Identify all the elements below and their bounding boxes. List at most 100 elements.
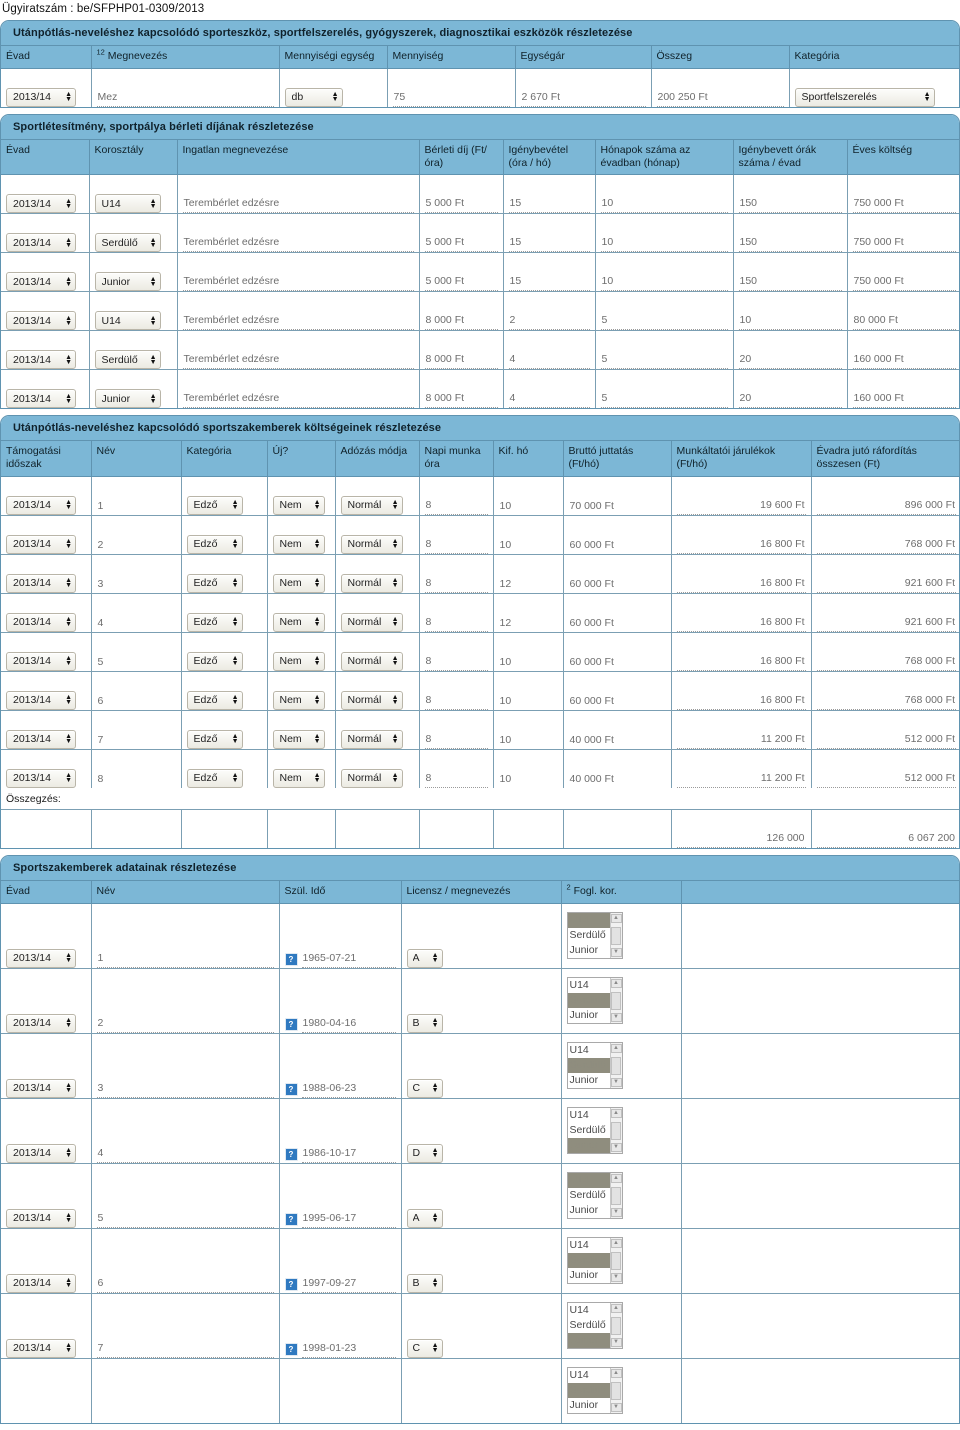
- staff-cost-brutto-input-7[interactable]: 40 000 Ft: [569, 772, 666, 788]
- staff-cost-adozas-select-3[interactable]: Normál ▲ ▼: [340, 612, 403, 632]
- birthdate-field-0[interactable]: ? 1965-07-21: [284, 951, 396, 968]
- staff-cost-evadra-input-3[interactable]: 921 600 Ft: [816, 615, 956, 632]
- rental-eves-koltseg-input-1[interactable]: 750 000 Ft: [852, 235, 956, 253]
- rental-berleti-dij-input-4[interactable]: 8 000 Ft: [424, 352, 498, 370]
- age-option-0-0[interactable]: U14: [567, 913, 610, 929]
- age-option-2-1[interactable]: Serdülő: [567, 1058, 610, 1074]
- rental-honapok-input-4[interactable]: 5: [600, 352, 728, 370]
- listbox-scrollbar[interactable]: ▲ ▼: [609, 1368, 622, 1414]
- rental-igenybevetel-input-3[interactable]: 2: [508, 313, 590, 331]
- staff-cost-kif-ho-input-1[interactable]: 10: [499, 538, 558, 554]
- rental-evad-select-5[interactable]: 2013/14 ▲ ▼: [6, 389, 76, 409]
- rental-ingatlan-input-1[interactable]: Terembérlet edzésre: [182, 235, 414, 253]
- staff-data-licensz-select-3[interactable]: D ▲ ▼: [406, 1143, 443, 1163]
- age-option-1-2[interactable]: Junior: [568, 1008, 610, 1023]
- staff-cost-kif-ho-input-6[interactable]: 10: [499, 733, 558, 749]
- staff-cost-adozas-select-5[interactable]: Normál ▲ ▼: [340, 690, 403, 710]
- foglalkoztatott-korosztaly-listbox-3[interactable]: U14 Serdülő Junior ▲ ▼: [566, 1107, 623, 1155]
- staff-data-szul-ido-input-3[interactable]: 1986-10-17: [301, 1146, 396, 1163]
- staff-cost-kategoria-select-4[interactable]: Edző ▲ ▼: [186, 651, 243, 671]
- staff-cost-evadra-input-5[interactable]: 768 000 Ft: [816, 693, 956, 710]
- staff-cost-napi-ora-input-3[interactable]: 8: [424, 615, 488, 632]
- staff-cost-idoszak-select-4[interactable]: 2013/14 ▲ ▼: [6, 651, 76, 671]
- listbox-scrollbar[interactable]: ▲ ▼: [609, 1238, 622, 1284]
- staff-cost-uj-select-0[interactable]: Nem ▲ ▼: [272, 495, 325, 515]
- rental-orak-input-2[interactable]: 150: [738, 274, 842, 292]
- rental-igenybevetel-input-4[interactable]: 4: [508, 352, 590, 370]
- rental-eves-koltseg-input-5[interactable]: 160 000 Ft: [852, 391, 956, 409]
- rental-berleti-dij-input-0[interactable]: 5 000 Ft: [424, 196, 498, 214]
- birthdate-field-1[interactable]: ? 1980-04-16: [284, 1016, 396, 1033]
- scrollbar-thumb[interactable]: [611, 1056, 621, 1075]
- rental-korosztaly-select-1[interactable]: Serdülő ▲ ▼: [94, 233, 161, 253]
- staff-cost-brutto-input-2[interactable]: 60 000 Ft: [569, 577, 666, 593]
- rental-honapok-input-3[interactable]: 5: [600, 313, 728, 331]
- listbox-scrollbar[interactable]: ▲ ▼: [609, 913, 622, 959]
- staff-cost-evadra-input-0[interactable]: 896 000 Ft: [816, 498, 956, 515]
- rental-orak-input-1[interactable]: 150: [738, 235, 842, 253]
- staff-cost-kategoria-select-7[interactable]: Edző ▲ ▼: [186, 768, 243, 788]
- staff-cost-kif-ho-input-0[interactable]: 10: [499, 499, 558, 515]
- foglalkoztatott-korosztaly-listbox-2[interactable]: U14 Serdülő Junior ▲ ▼: [566, 1042, 623, 1090]
- staff-cost-adozas-select-1[interactable]: Normál ▲ ▼: [340, 534, 403, 554]
- staff-cost-idoszak-select-7[interactable]: 2013/14 ▲ ▼: [6, 768, 76, 788]
- age-option-0-1[interactable]: Serdülő: [568, 928, 610, 943]
- staff-cost-kategoria-select-2[interactable]: Edző ▲ ▼: [186, 573, 243, 593]
- staff-data-evad-select-1[interactable]: 2013/14 ▲ ▼: [6, 1013, 76, 1033]
- age-option-5-1[interactable]: Serdülő: [567, 1253, 610, 1269]
- staff-cost-nev-input-2[interactable]: 3: [97, 577, 176, 593]
- staff-cost-adozas-select-0[interactable]: Normál ▲ ▼: [340, 495, 403, 515]
- scroll-up-icon[interactable]: ▲: [610, 1239, 622, 1249]
- staff-cost-evadra-input-2[interactable]: 921 600 Ft: [816, 576, 956, 593]
- age-option-1-1[interactable]: Serdülő: [567, 993, 610, 1009]
- staff-cost-jarulek-input-4[interactable]: 16 800 Ft: [676, 654, 806, 671]
- staff-cost-jarulek-input-5[interactable]: 16 800 Ft: [676, 693, 806, 710]
- staff-cost-jarulek-input-0[interactable]: 19 600 Ft: [676, 498, 806, 515]
- rental-berleti-dij-input-1[interactable]: 5 000 Ft: [424, 235, 498, 253]
- staff-cost-brutto-input-5[interactable]: 60 000 Ft: [569, 694, 666, 710]
- staff-data-evad-select-3[interactable]: 2013/14 ▲ ▼: [6, 1143, 76, 1163]
- rental-honapok-input-2[interactable]: 10: [600, 274, 728, 292]
- scroll-up-icon[interactable]: ▲: [610, 1109, 622, 1119]
- staff-cost-kif-ho-input-4[interactable]: 10: [499, 655, 558, 671]
- birthdate-field-3[interactable]: ? 1986-10-17: [284, 1146, 396, 1163]
- staff-cost-jarulek-input-6[interactable]: 11 200 Ft: [676, 732, 806, 749]
- staff-data-evad-select-5[interactable]: 2013/14 ▲ ▼: [6, 1273, 76, 1293]
- foglalkoztatott-korosztaly-listbox-7[interactable]: U14 Serdülő Junior ▲ ▼: [566, 1367, 623, 1415]
- staff-cost-nev-input-4[interactable]: 5: [97, 655, 176, 671]
- staff-data-licensz-select-6[interactable]: C ▲ ▼: [406, 1338, 443, 1358]
- staff-cost-napi-ora-input-0[interactable]: 8: [424, 498, 488, 515]
- staff-cost-adozas-select-6[interactable]: Normál ▲ ▼: [340, 729, 403, 749]
- calendar-icon[interactable]: ?: [284, 1082, 298, 1096]
- staff-cost-evadra-input-4[interactable]: 768 000 Ft: [816, 654, 956, 671]
- staff-cost-kif-ho-input-5[interactable]: 10: [499, 694, 558, 710]
- rental-ingatlan-input-4[interactable]: Terembérlet edzésre: [182, 352, 414, 370]
- staff-data-szul-ido-input-1[interactable]: 1980-04-16: [301, 1016, 396, 1033]
- calendar-icon[interactable]: ?: [284, 1017, 298, 1031]
- staff-cost-idoszak-select-5[interactable]: 2013/14 ▲ ▼: [6, 690, 76, 710]
- scrollbar-thumb[interactable]: [611, 1381, 621, 1400]
- scroll-up-icon[interactable]: ▲: [610, 1044, 622, 1054]
- rental-korosztaly-select-4[interactable]: Serdülő ▲ ▼: [94, 350, 161, 370]
- scroll-down-icon[interactable]: ▼: [610, 948, 622, 958]
- staff-cost-kategoria-select-1[interactable]: Edző ▲ ▼: [186, 534, 243, 554]
- calendar-icon[interactable]: ?: [284, 1277, 298, 1291]
- rental-evad-select-2[interactable]: 2013/14 ▲ ▼: [6, 272, 76, 292]
- calendar-icon[interactable]: ?: [284, 1147, 298, 1161]
- scroll-down-icon[interactable]: ▼: [610, 1013, 622, 1023]
- staff-data-nev-input-4[interactable]: 5: [96, 1211, 274, 1228]
- staff-data-nev-input-1[interactable]: 2: [96, 1016, 274, 1033]
- listbox-scrollbar[interactable]: ▲ ▼: [609, 978, 622, 1024]
- staff-cost-evadra-input-6[interactable]: 512 000 Ft: [816, 732, 956, 749]
- equipment-egysegar-input-0[interactable]: 2 670 Ft: [520, 90, 646, 107]
- age-option-7-0[interactable]: U14: [568, 1368, 610, 1383]
- staff-cost-idoszak-select-2[interactable]: 2013/14 ▲ ▼: [6, 573, 76, 593]
- staff-cost-uj-select-2[interactable]: Nem ▲ ▼: [272, 573, 325, 593]
- staff-cost-kif-ho-input-3[interactable]: 12: [499, 616, 558, 632]
- rental-orak-input-4[interactable]: 20: [738, 352, 842, 370]
- rental-korosztaly-select-3[interactable]: U14 ▲ ▼: [94, 311, 161, 331]
- rental-honapok-input-1[interactable]: 10: [600, 235, 728, 253]
- staff-cost-nev-input-3[interactable]: 4: [97, 616, 176, 632]
- staff-cost-nev-input-0[interactable]: 1: [97, 499, 176, 515]
- staff-data-licensz-select-4[interactable]: A ▲ ▼: [406, 1208, 443, 1228]
